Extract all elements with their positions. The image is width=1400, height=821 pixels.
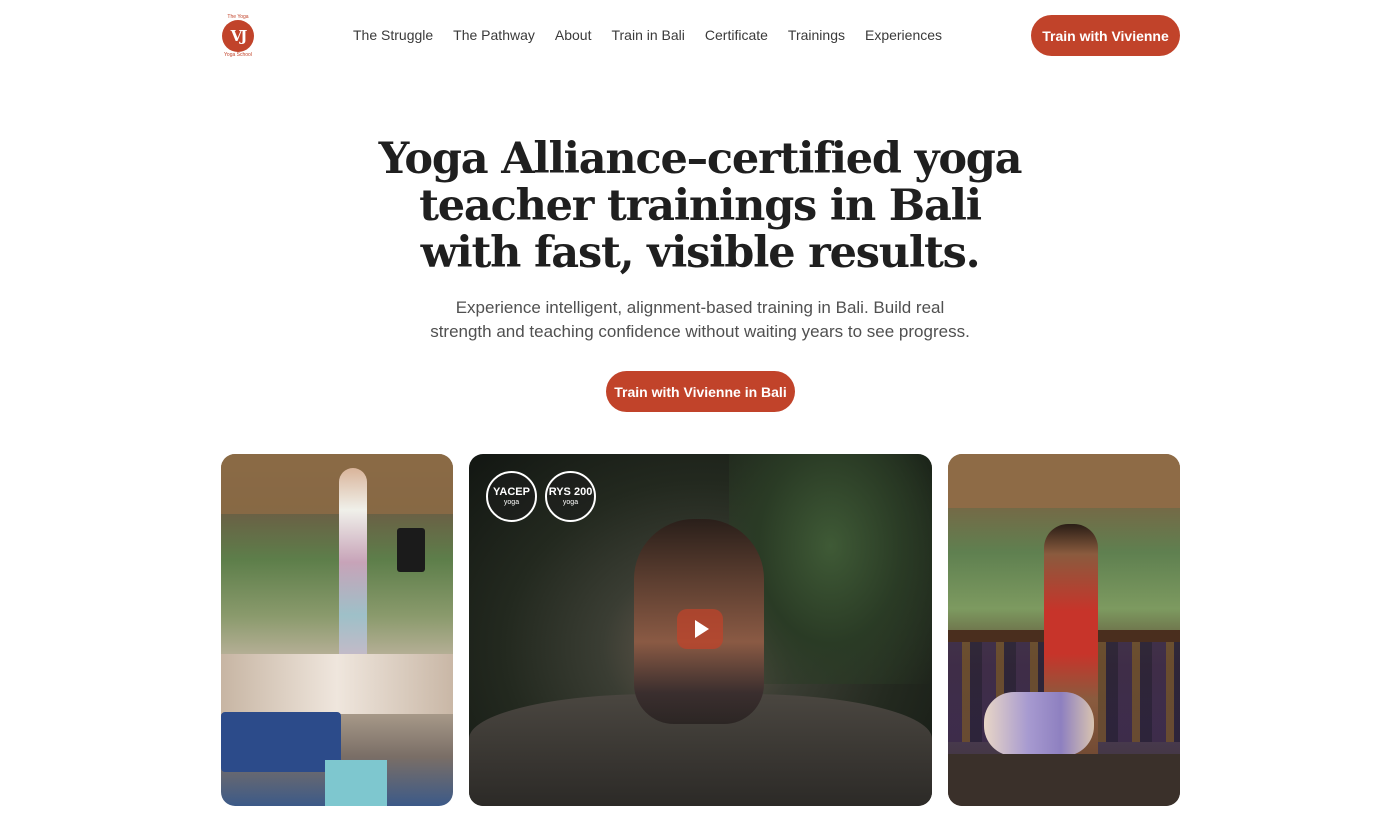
rys-200-badge-label: RYS 200 — [548, 486, 593, 498]
train-in-bali-button[interactable]: Train with Vivienne in Bali — [606, 371, 795, 412]
photo-roof-thatch — [948, 454, 1180, 508]
photo-student-in-backbend — [984, 692, 1094, 756]
photo-bolster — [221, 712, 341, 772]
nav-link-certificate[interactable]: Certificate — [705, 25, 768, 45]
hero-subtitle: Experience intelligent, alignment-based … — [400, 296, 1000, 344]
rys-200-badge-sub: yoga — [562, 499, 579, 506]
train-with-vivienne-button[interactable]: Train with Vivienne — [1031, 15, 1180, 56]
photo-roof — [221, 454, 453, 514]
photo-yoga-blocks — [325, 760, 387, 806]
site-header: The Yoga VJ Yoga School The Struggle The… — [0, 0, 1400, 70]
logo-monogram: VJ — [222, 20, 254, 52]
nav-link-the-struggle[interactable]: The Struggle — [353, 25, 433, 45]
hero-title-line-3: with fast, visible results. — [420, 228, 981, 278]
photo-speaker — [397, 528, 425, 572]
photo-students-resting — [221, 654, 453, 714]
rys-200-badge: RYS 200 yoga — [545, 471, 596, 522]
nav-link-the-pathway[interactable]: The Pathway — [453, 25, 535, 45]
nav-link-train-in-bali[interactable]: Train in Bali — [611, 25, 684, 45]
photo-yoga-class-pavilion — [221, 454, 453, 806]
nav-link-about[interactable]: About — [555, 25, 592, 45]
hero-title: Yoga Alliance–certified yoga teacher tra… — [350, 136, 1050, 277]
video-meditation-by-river[interactable]: YACEP yoga RYS 200 yoga — [469, 454, 932, 806]
nav-link-experiences[interactable]: Experiences — [865, 25, 942, 45]
logo-text-bottom: Yoga School — [224, 52, 252, 58]
photo-floor — [948, 754, 1180, 806]
hero-subtitle-line-1: Experience intelligent, alignment-based … — [455, 298, 945, 317]
photo-standing-teacher — [339, 468, 367, 678]
yacep-badge: YACEP yoga — [486, 471, 537, 522]
yacep-badge-label: YACEP — [493, 486, 530, 498]
hero-subtitle-line-2: strength and teaching confidence without… — [430, 322, 970, 341]
photo-assisted-backbend — [948, 454, 1180, 806]
hero-title-line-1: Yoga Alliance–certified yoga — [378, 134, 1023, 184]
play-icon — [695, 620, 709, 638]
yacep-badge-sub: yoga — [503, 499, 520, 506]
site-logo[interactable]: The Yoga VJ Yoga School — [220, 12, 256, 60]
nav-link-trainings[interactable]: Trainings — [788, 25, 845, 45]
main-nav: The Struggle The Pathway About Train in … — [353, 25, 962, 45]
hero-title-line-2: teacher trainings in Bali — [419, 181, 982, 231]
play-button[interactable] — [677, 609, 723, 649]
